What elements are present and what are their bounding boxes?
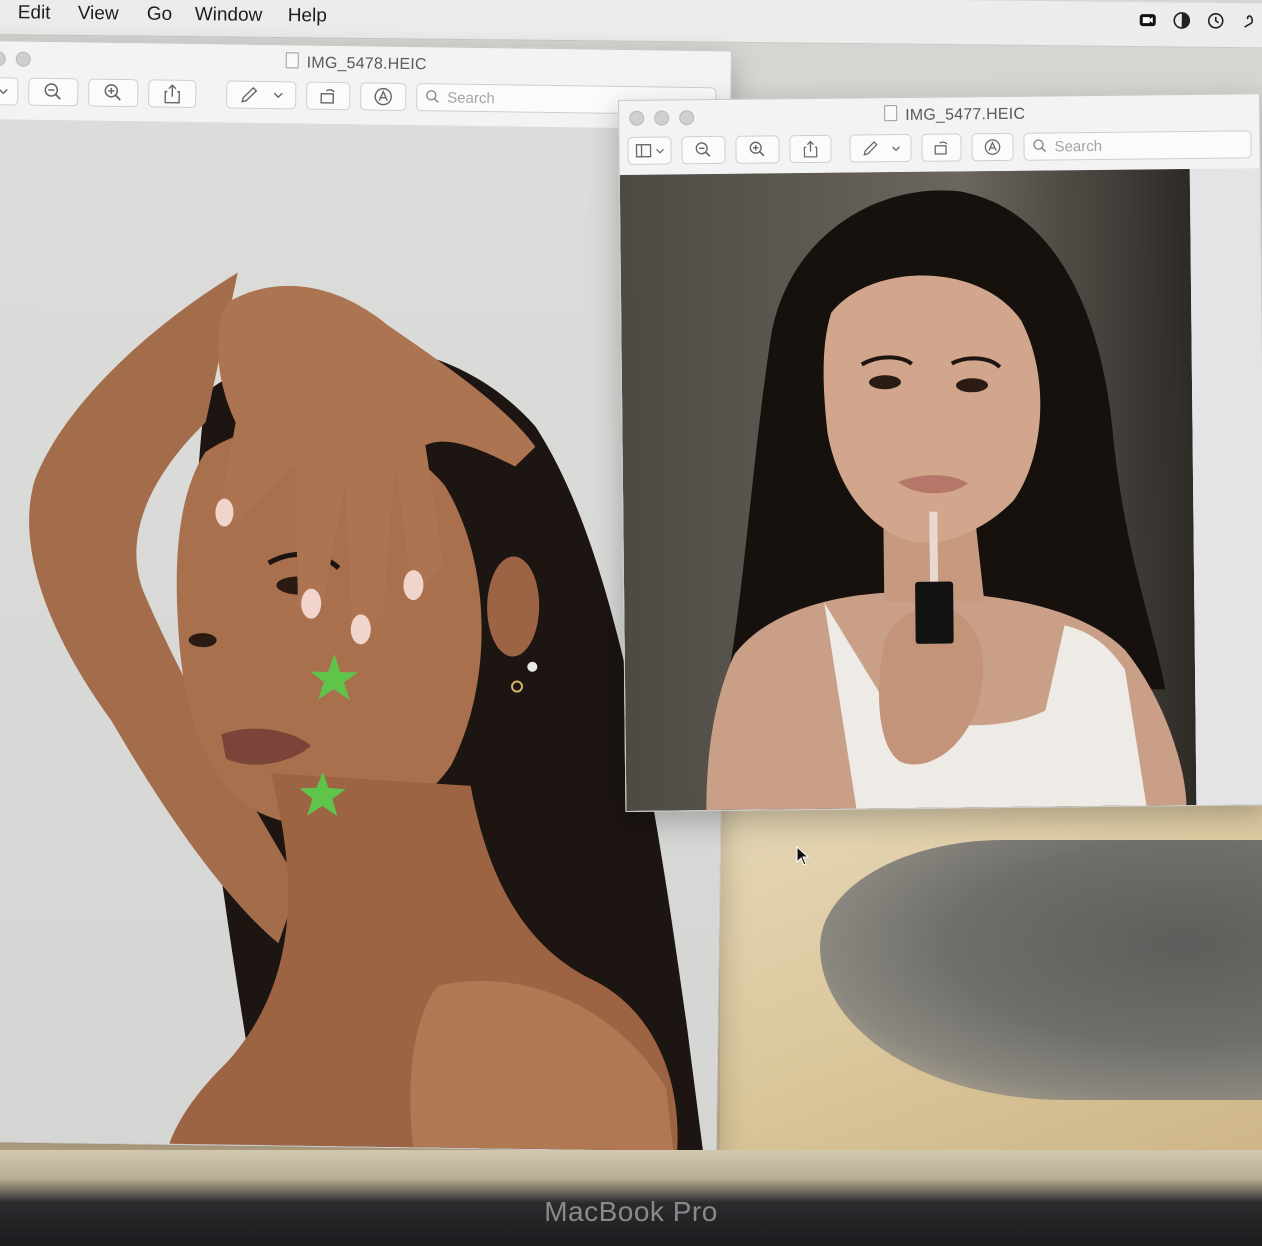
title-bar[interactable]: IMG_5478.HEIC: [0, 41, 731, 83]
window-controls: [0, 51, 31, 67]
zoom-out-button[interactable]: [681, 135, 726, 165]
heic-file-icon: [285, 52, 299, 69]
zoom-in-button[interactable]: [735, 135, 780, 164]
chevron-down-icon: [273, 92, 283, 99]
search-field[interactable]: [1023, 130, 1252, 161]
menu-go[interactable]: Go: [147, 4, 173, 26]
search-input[interactable]: [1052, 134, 1251, 156]
markup-icon: [374, 87, 392, 106]
chevron-down-icon: [0, 88, 8, 95]
markup-toolbar-button[interactable]: [360, 82, 407, 111]
zoom-out-button[interactable]: [28, 77, 79, 107]
mouse-cursor-icon: [796, 845, 810, 871]
markup-toolbar-button[interactable]: [971, 132, 1014, 162]
sidebar-menu-button[interactable]: [627, 136, 672, 165]
minimize-button[interactable]: [654, 110, 670, 126]
zoom-out-icon: [44, 83, 61, 100]
share-button[interactable]: [789, 134, 832, 164]
chevron-down-icon: [655, 148, 664, 154]
close-button[interactable]: [629, 110, 645, 126]
rotate-icon: [934, 141, 948, 155]
share-button[interactable]: [148, 79, 197, 109]
share-icon: [803, 140, 818, 158]
search-icon: [425, 89, 439, 106]
preview-window-img-5477[interactable]: IMG_5477.HEIC: [618, 93, 1262, 812]
rotate-button[interactable]: [921, 133, 962, 162]
zoom-button[interactable]: [679, 110, 695, 126]
menu-edit[interactable]: Edit: [18, 2, 51, 24]
share-icon: [164, 84, 181, 104]
facetime-camera-icon[interactable]: [1138, 10, 1158, 30]
heic-file-icon: [884, 105, 898, 122]
rotate-button[interactable]: [306, 81, 351, 111]
portrait-photo: [619, 169, 1197, 811]
laptop-brand-label: MacBook Pro: [544, 1196, 718, 1227]
image-canvas-margin: [1189, 168, 1262, 805]
sidebar-icon: [635, 144, 651, 158]
window-title-text: IMG_5477.HEIC: [905, 105, 1026, 124]
zoom-out-icon: [695, 142, 711, 157]
title-bar[interactable]: IMG_5477.HEIC: [619, 94, 1259, 133]
image-canvas-img-5477[interactable]: [619, 169, 1197, 811]
pen-icon: [241, 86, 258, 103]
rotate-icon: [320, 89, 335, 104]
status-icons: [1138, 10, 1260, 31]
zoom-in-button[interactable]: [88, 78, 139, 108]
window-title-text: IMG_5478.HEIC: [306, 54, 427, 74]
pen-icon: [862, 141, 878, 156]
markup-pen-button[interactable]: [226, 80, 297, 110]
markup-icon: [984, 139, 1001, 155]
menu-view[interactable]: View: [78, 3, 119, 25]
sidebar-menu-button[interactable]: [0, 77, 19, 106]
markup-pen-button[interactable]: [849, 133, 912, 163]
window-title: IMG_5478.HEIC: [285, 52, 427, 74]
zoom-in-icon: [749, 141, 765, 157]
window-controls: [629, 110, 695, 126]
search-icon: [1032, 138, 1047, 155]
chevron-down-icon: [891, 145, 900, 151]
close-button[interactable]: [0, 51, 6, 67]
script-icon[interactable]: [1240, 11, 1260, 31]
minimize-button[interactable]: [15, 51, 31, 67]
toolbar: [619, 130, 1259, 165]
window-title: IMG_5477.HEIC: [884, 104, 1025, 125]
screen: Edit View Go Window Help IMG_5478.HEIC S…: [0, 0, 1262, 1200]
screen-time-icon[interactable]: [1172, 10, 1192, 30]
menu-window[interactable]: Window: [195, 4, 263, 27]
time-machine-icon[interactable]: [1206, 11, 1226, 31]
zoom-in-icon: [104, 84, 121, 101]
menu-bar: Edit View Go Window Help: [0, 0, 1262, 49]
menu-help[interactable]: Help: [288, 5, 327, 27]
